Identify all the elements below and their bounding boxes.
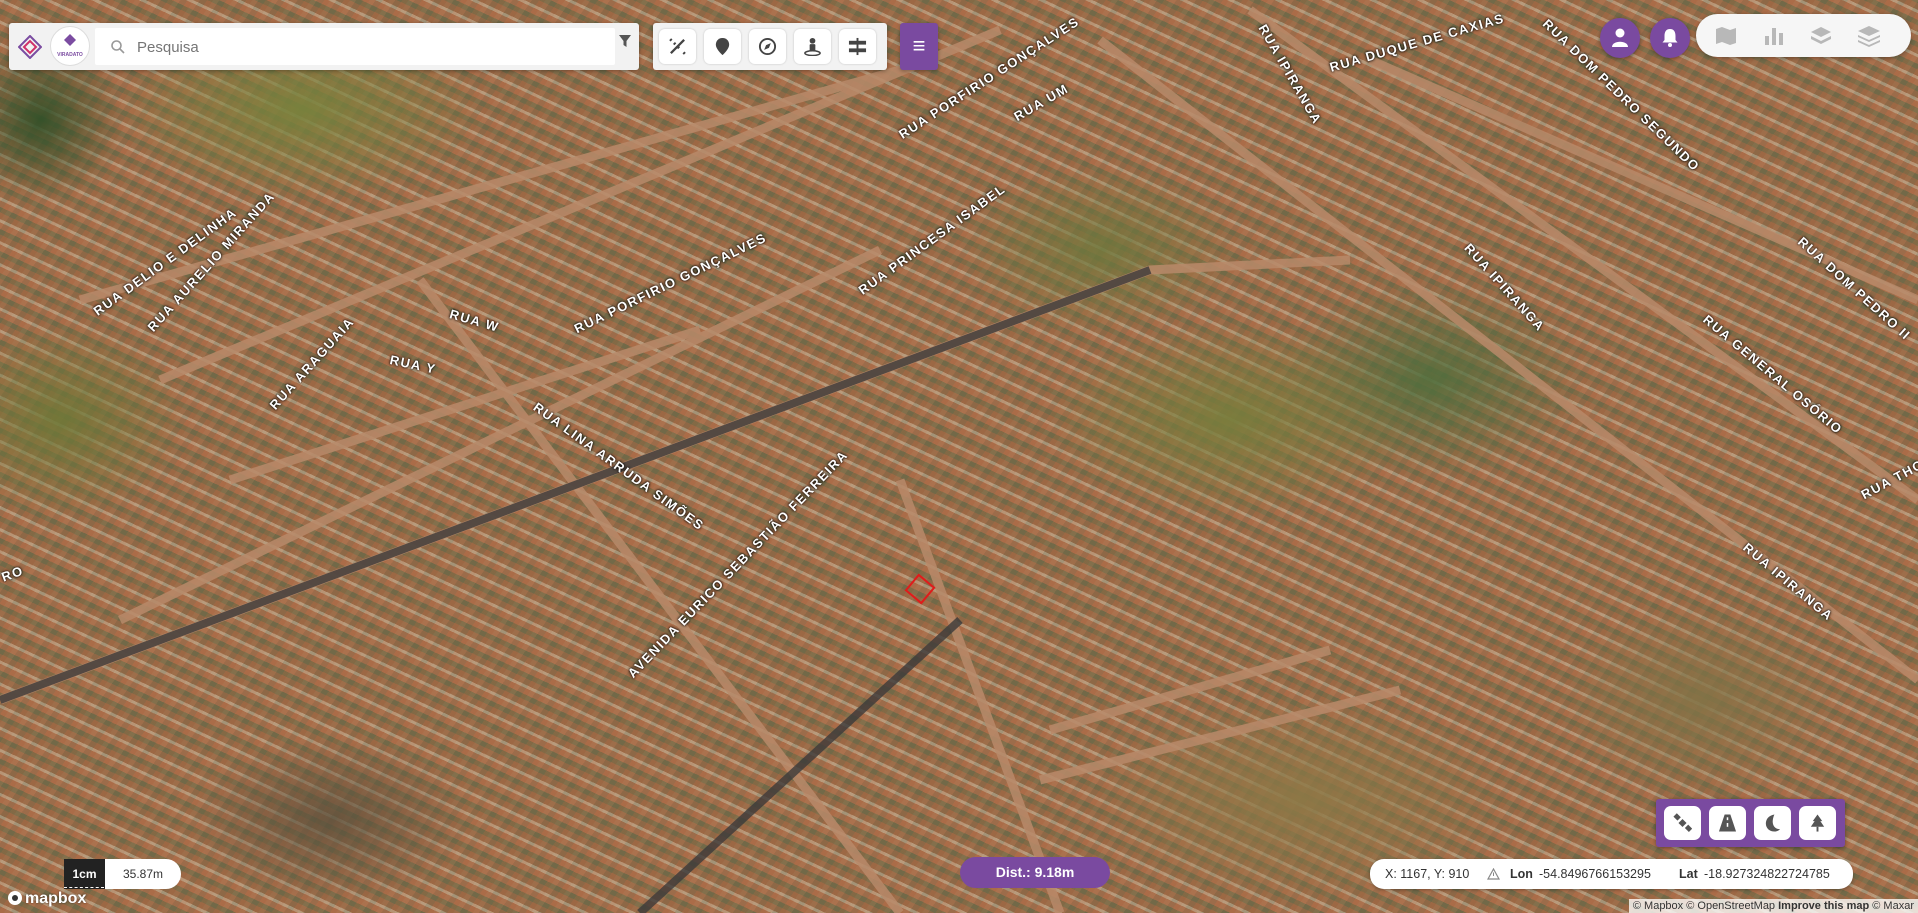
mapbox-logo-text: mapbox xyxy=(25,890,87,907)
tree-icon xyxy=(1810,814,1825,832)
satellite-map[interactable]: RUA DELIO E DELINHA RUA AURELIO MIRANDA … xyxy=(0,0,1918,913)
warning-icon xyxy=(1487,868,1500,880)
terrain-layer-icon[interactable] xyxy=(1809,25,1833,47)
search-panel: VIRADATO xyxy=(9,23,639,70)
compass-icon xyxy=(758,37,777,56)
distance-badge: Dist.: 9.18m xyxy=(960,857,1110,888)
attribution-osm[interactable]: © OpenStreetMap xyxy=(1686,900,1775,912)
user-icon xyxy=(1612,28,1628,47)
measure-button[interactable] xyxy=(659,29,696,64)
organization-logo-icon xyxy=(64,34,76,46)
attribution-maxar[interactable]: © Maxar xyxy=(1872,900,1914,912)
notifications-button[interactable] xyxy=(1650,18,1690,58)
map-tools xyxy=(653,23,887,70)
satellite-icon xyxy=(1673,813,1692,833)
view-mode-tools xyxy=(1656,799,1845,847)
measure-icon xyxy=(669,38,686,55)
screen-xy: X: 1167, Y: 910 xyxy=(1385,867,1470,881)
coordinates-display: X: 1167, Y: 910 Lon -54.8496766153295 La… xyxy=(1370,859,1853,889)
vegetation-button[interactable] xyxy=(1799,806,1836,840)
map-attribution: © Mapbox © OpenStreetMap Improve this ma… xyxy=(1628,899,1918,913)
search-icon xyxy=(111,40,125,54)
road-button[interactable] xyxy=(839,29,876,64)
latitude-value: -18.927324822724785 xyxy=(1704,867,1830,881)
layers-stack-icon[interactable] xyxy=(1857,25,1881,47)
menu-button[interactable]: ≡ xyxy=(900,23,938,70)
lat-label: Lat xyxy=(1679,867,1698,881)
location-pin-button[interactable] xyxy=(704,29,741,64)
organization-logo-text: VIRADATO xyxy=(57,52,83,58)
scale-line xyxy=(64,887,104,888)
app-logo-icon[interactable] xyxy=(18,35,42,59)
street-view-button[interactable] xyxy=(794,29,831,64)
longitude-value: -54.8496766153295 xyxy=(1539,867,1651,881)
organization-logo: VIRADATO xyxy=(50,26,90,66)
map-layer-icon[interactable] xyxy=(1714,25,1738,47)
mapbox-logo-icon xyxy=(8,891,22,905)
layers-panel xyxy=(1696,14,1911,57)
road-network xyxy=(0,6,1918,913)
user-button[interactable] xyxy=(1600,18,1640,58)
mapbox-logo[interactable]: mapbox xyxy=(8,890,86,910)
moon-icon xyxy=(1765,814,1781,832)
search-input[interactable] xyxy=(135,34,569,60)
road-perspective-button[interactable] xyxy=(1709,806,1746,840)
night-mode-button[interactable] xyxy=(1754,806,1791,840)
bell-icon xyxy=(1662,29,1678,47)
road-perspective-icon xyxy=(1718,814,1737,832)
scale-value: 35.87m xyxy=(122,867,164,881)
location-pin-icon xyxy=(715,37,730,56)
search-box[interactable] xyxy=(95,28,615,65)
hamburger-icon: ≡ xyxy=(912,33,926,58)
attribution-mapbox[interactable]: © Mapbox xyxy=(1633,900,1683,912)
scale-unit: 1cm xyxy=(64,859,105,889)
compass-button[interactable] xyxy=(749,29,786,64)
satellite-button[interactable] xyxy=(1664,806,1701,840)
improve-map-link[interactable]: Improve this map xyxy=(1778,900,1869,912)
road-icon xyxy=(848,37,867,56)
chart-icon[interactable] xyxy=(1762,25,1786,47)
street-view-icon xyxy=(804,37,821,56)
scale-bar: 1cm 35.87m xyxy=(64,859,181,889)
lon-label: Lon xyxy=(1510,867,1533,881)
filter-icon[interactable] xyxy=(618,34,632,48)
